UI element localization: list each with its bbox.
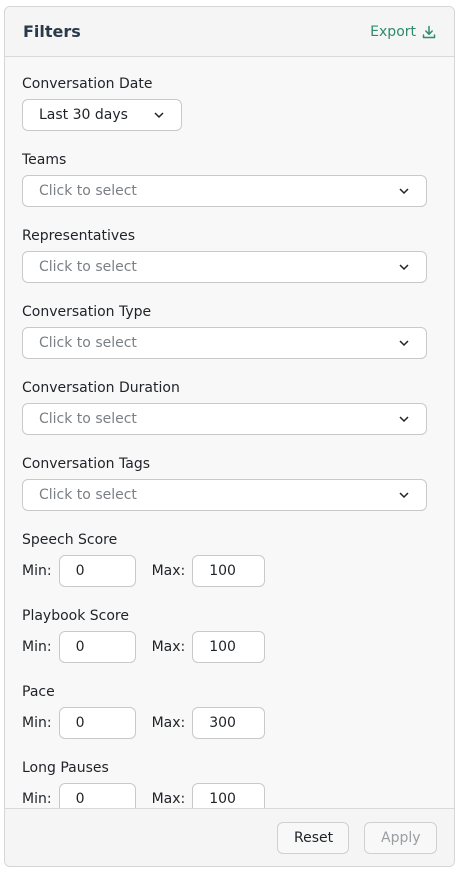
min-label: Min:: [22, 563, 52, 579]
representatives-field: Representatives Click to select: [22, 227, 437, 283]
reset-button[interactable]: Reset: [277, 821, 349, 854]
teams-select[interactable]: Click to select: [22, 175, 427, 207]
long-pauses-range: Min: Max:: [22, 783, 437, 808]
long-pauses-min-input[interactable]: [58, 783, 136, 808]
pace-field: Pace Min: Max:: [22, 683, 437, 739]
long-pauses-max-input[interactable]: [192, 783, 266, 808]
select-value: Last 30 days: [39, 107, 128, 123]
conversation-date-select[interactable]: Last 30 days: [22, 99, 182, 131]
field-label: Conversation Date: [22, 76, 153, 92]
field-label: Conversation Type: [22, 304, 152, 320]
min-label: Min:: [22, 715, 52, 731]
select-placeholder: Click to select: [39, 487, 137, 503]
teams-field: Teams Click to select: [22, 151, 437, 207]
playbook-score-min-input[interactable]: [58, 631, 136, 663]
field-label: Playbook Score: [22, 608, 129, 624]
chevron-down-icon: [399, 492, 409, 499]
apply-button[interactable]: Apply: [364, 821, 437, 854]
conversation-type-field: Conversation Type Click to select: [22, 303, 437, 359]
chevron-down-icon: [399, 416, 409, 423]
select-placeholder: Click to select: [39, 335, 137, 351]
speech-score-field: Speech Score Min: Max:: [22, 531, 437, 587]
conversation-duration-select[interactable]: Click to select: [22, 403, 427, 435]
speech-score-max-input[interactable]: [192, 555, 266, 587]
panel-title: Filters: [23, 22, 81, 41]
chevron-down-icon: [399, 188, 409, 195]
field-label: Representatives: [22, 228, 136, 244]
max-label: Max:: [151, 715, 186, 731]
long-pauses-field: Long Pauses Min: Max:: [22, 759, 437, 808]
representatives-select[interactable]: Click to select: [22, 251, 427, 283]
filters-panel: Filters Export Conversation Date Last 30…: [4, 6, 455, 867]
playbook-score-range: Min: Max:: [22, 631, 437, 663]
pace-min-input[interactable]: [58, 707, 136, 739]
pace-range: Min: Max:: [22, 707, 437, 739]
speech-score-min-input[interactable]: [58, 555, 136, 587]
speech-score-range: Min: Max:: [22, 555, 437, 587]
conversation-date-field: Conversation Date Last 30 days: [22, 75, 437, 131]
max-label: Max:: [151, 791, 186, 807]
chevron-down-icon: [399, 340, 409, 347]
export-button[interactable]: Export: [370, 24, 436, 40]
min-label: Min:: [22, 791, 52, 807]
chevron-down-icon: [399, 264, 409, 271]
conversation-type-select[interactable]: Click to select: [22, 327, 427, 359]
download-icon: [422, 25, 436, 38]
pace-max-input[interactable]: [192, 707, 266, 739]
field-label: Teams: [22, 152, 67, 168]
max-label: Max:: [151, 639, 186, 655]
max-label: Max:: [151, 563, 186, 579]
conversation-duration-field: Conversation Duration Click to select: [22, 379, 437, 435]
field-label: Pace: [22, 684, 55, 700]
panel-footer: Reset Apply: [5, 808, 454, 866]
playbook-score-max-input[interactable]: [192, 631, 266, 663]
field-label: Conversation Duration: [22, 380, 180, 396]
select-placeholder: Click to select: [39, 259, 137, 275]
field-label: Conversation Tags: [22, 456, 151, 472]
min-label: Min:: [22, 639, 52, 655]
panel-header: Filters Export: [5, 7, 454, 57]
export-label: Export: [370, 23, 416, 40]
field-label: Long Pauses: [22, 760, 109, 776]
conversation-tags-select[interactable]: Click to select: [22, 479, 427, 511]
playbook-score-field: Playbook Score Min: Max:: [22, 607, 437, 663]
chevron-down-icon: [154, 112, 164, 119]
field-label: Speech Score: [22, 532, 118, 548]
conversation-tags-field: Conversation Tags Click to select: [22, 455, 437, 511]
select-placeholder: Click to select: [39, 411, 137, 427]
select-placeholder: Click to select: [39, 183, 137, 199]
filters-body[interactable]: Conversation Date Last 30 days Teams Cli…: [5, 58, 454, 808]
